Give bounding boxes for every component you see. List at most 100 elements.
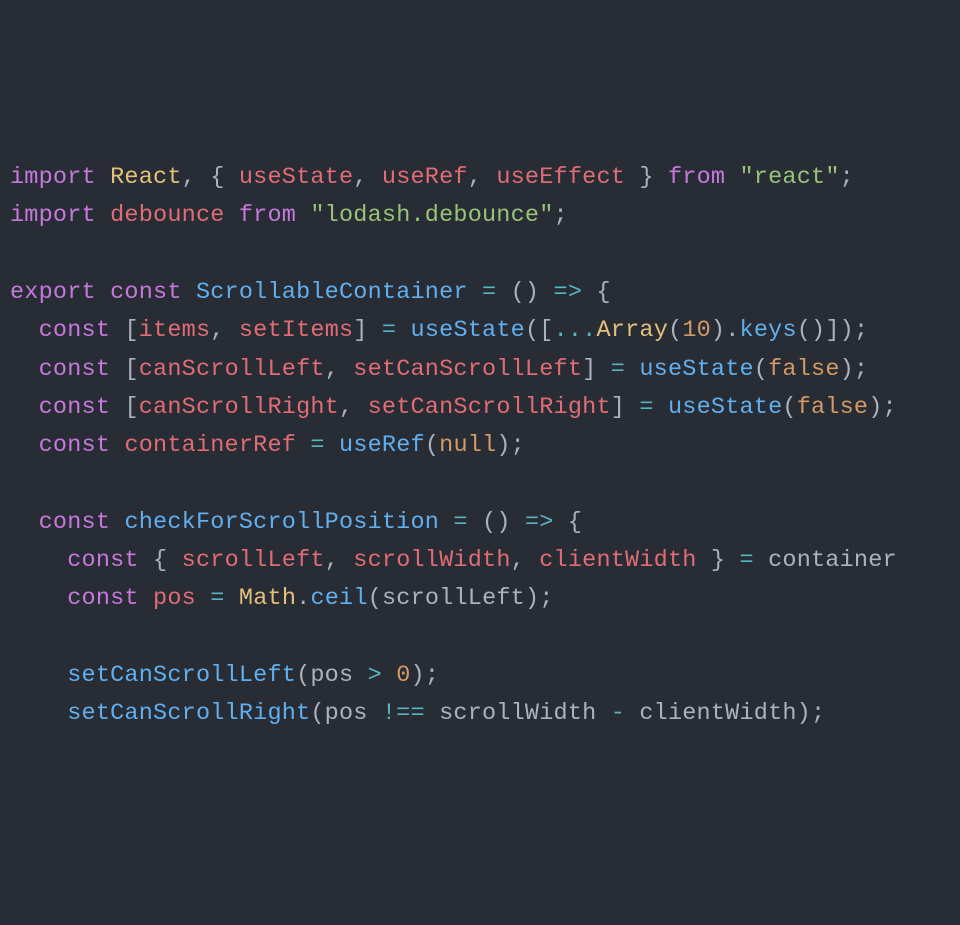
code-token: [ [124, 356, 138, 383]
code-line[interactable]: export const ScrollableContainer = () =>… [10, 274, 960, 312]
code-line[interactable]: const pos = Math.ceil(scrollLeft); [10, 580, 960, 618]
code-token: ()]); [797, 317, 869, 344]
code-token: = [210, 585, 224, 612]
code-token: ). [711, 317, 740, 344]
code-token [10, 509, 39, 536]
code-token: ( [754, 356, 768, 383]
code-token: ( [668, 317, 682, 344]
code-token: const [39, 356, 125, 383]
code-token: ] [582, 356, 611, 383]
code-line[interactable]: const [items, setItems] = useState([...A… [10, 312, 960, 350]
code-token: , [468, 164, 497, 191]
code-token: containerRef [124, 432, 296, 459]
code-token: , [325, 547, 354, 574]
code-token [10, 241, 24, 268]
code-token: const [67, 585, 153, 612]
code-token: [ [124, 394, 138, 421]
code-line[interactable]: import React, { useState, useRef, useEff… [10, 159, 960, 197]
code-line[interactable] [10, 466, 960, 504]
code-line[interactable]: import debounce from "lodash.debounce"; [10, 197, 960, 235]
code-line[interactable]: const [canScrollRight, setCanScrollRight… [10, 389, 960, 427]
code-token: => [525, 509, 554, 536]
code-token: from [668, 164, 740, 191]
code-token: useRef [382, 164, 468, 191]
code-token [10, 471, 24, 498]
code-token: const [39, 317, 125, 344]
code-token [225, 202, 239, 229]
code-token: = [739, 547, 753, 574]
code-token: - [611, 700, 625, 727]
code-token: false [797, 394, 869, 421]
code-token: scrollWidth [353, 547, 510, 574]
code-token: , [339, 394, 368, 421]
code-token: scrollWidth [425, 700, 611, 727]
code-token: (pos [296, 662, 368, 689]
code-token: false [768, 356, 840, 383]
code-token: ); [868, 394, 897, 421]
code-token [439, 509, 453, 536]
code-token [654, 394, 668, 421]
code-token: () [468, 509, 525, 536]
code-line[interactable]: const [canScrollLeft, setCanScrollLeft] … [10, 351, 960, 389]
code-token [468, 279, 482, 306]
code-line[interactable]: const { scrollLeft, scrollWidth, clientW… [10, 542, 960, 580]
code-token: = [382, 317, 396, 344]
code-token [10, 317, 39, 344]
code-token: canScrollRight [139, 394, 339, 421]
code-token: ; [554, 202, 568, 229]
code-token: (pos [310, 700, 382, 727]
code-token: Array [596, 317, 668, 344]
code-token: = [453, 509, 467, 536]
code-line[interactable] [10, 236, 960, 274]
code-token [10, 547, 67, 574]
code-token: container [754, 547, 897, 574]
code-token: setCanScrollRight [67, 700, 310, 727]
code-line[interactable]: setCanScrollRight(pos !== scrollWidth - … [10, 695, 960, 733]
code-token [10, 700, 67, 727]
code-token: const [39, 432, 125, 459]
code-token: from [239, 202, 311, 229]
code-token: scrollLeft [182, 547, 325, 574]
code-editor[interactable]: import React, { useState, useRef, useEff… [10, 159, 960, 733]
code-line[interactable]: const checkForScrollPosition = () => { [10, 504, 960, 542]
code-token: Math [239, 585, 296, 612]
code-token: => [554, 279, 583, 306]
code-token: import [10, 164, 110, 191]
code-token: ] [353, 317, 382, 344]
code-token: } [625, 164, 668, 191]
code-token [10, 432, 39, 459]
code-token: , [210, 317, 239, 344]
code-token: const [67, 547, 153, 574]
code-token [10, 624, 24, 651]
code-token [10, 356, 39, 383]
code-token: { [153, 547, 182, 574]
code-token: const [39, 509, 125, 536]
code-token: useState [239, 164, 353, 191]
code-token [625, 356, 639, 383]
code-token: useEffect [496, 164, 625, 191]
code-token: ( [425, 432, 439, 459]
code-token [325, 432, 339, 459]
code-token: const [39, 394, 125, 421]
code-line[interactable] [10, 619, 960, 657]
code-token: ); [411, 662, 440, 689]
code-token: const [110, 279, 196, 306]
code-token: (scrollLeft); [368, 585, 554, 612]
code-token: useRef [339, 432, 425, 459]
code-token: setItems [239, 317, 353, 344]
code-line[interactable]: const containerRef = useRef(null); [10, 427, 960, 465]
code-token: 0 [396, 662, 410, 689]
code-line[interactable]: setCanScrollLeft(pos > 0); [10, 657, 960, 695]
code-token [196, 585, 210, 612]
code-token: () [496, 279, 553, 306]
code-token [225, 585, 239, 612]
code-token [396, 317, 410, 344]
code-token [296, 432, 310, 459]
code-token: useState [411, 317, 525, 344]
code-token: canScrollLeft [139, 356, 325, 383]
code-token: items [139, 317, 211, 344]
code-token: debounce [110, 202, 224, 229]
code-token: null [439, 432, 496, 459]
code-token: setCanScrollLeft [67, 662, 296, 689]
code-token: ; [840, 164, 854, 191]
